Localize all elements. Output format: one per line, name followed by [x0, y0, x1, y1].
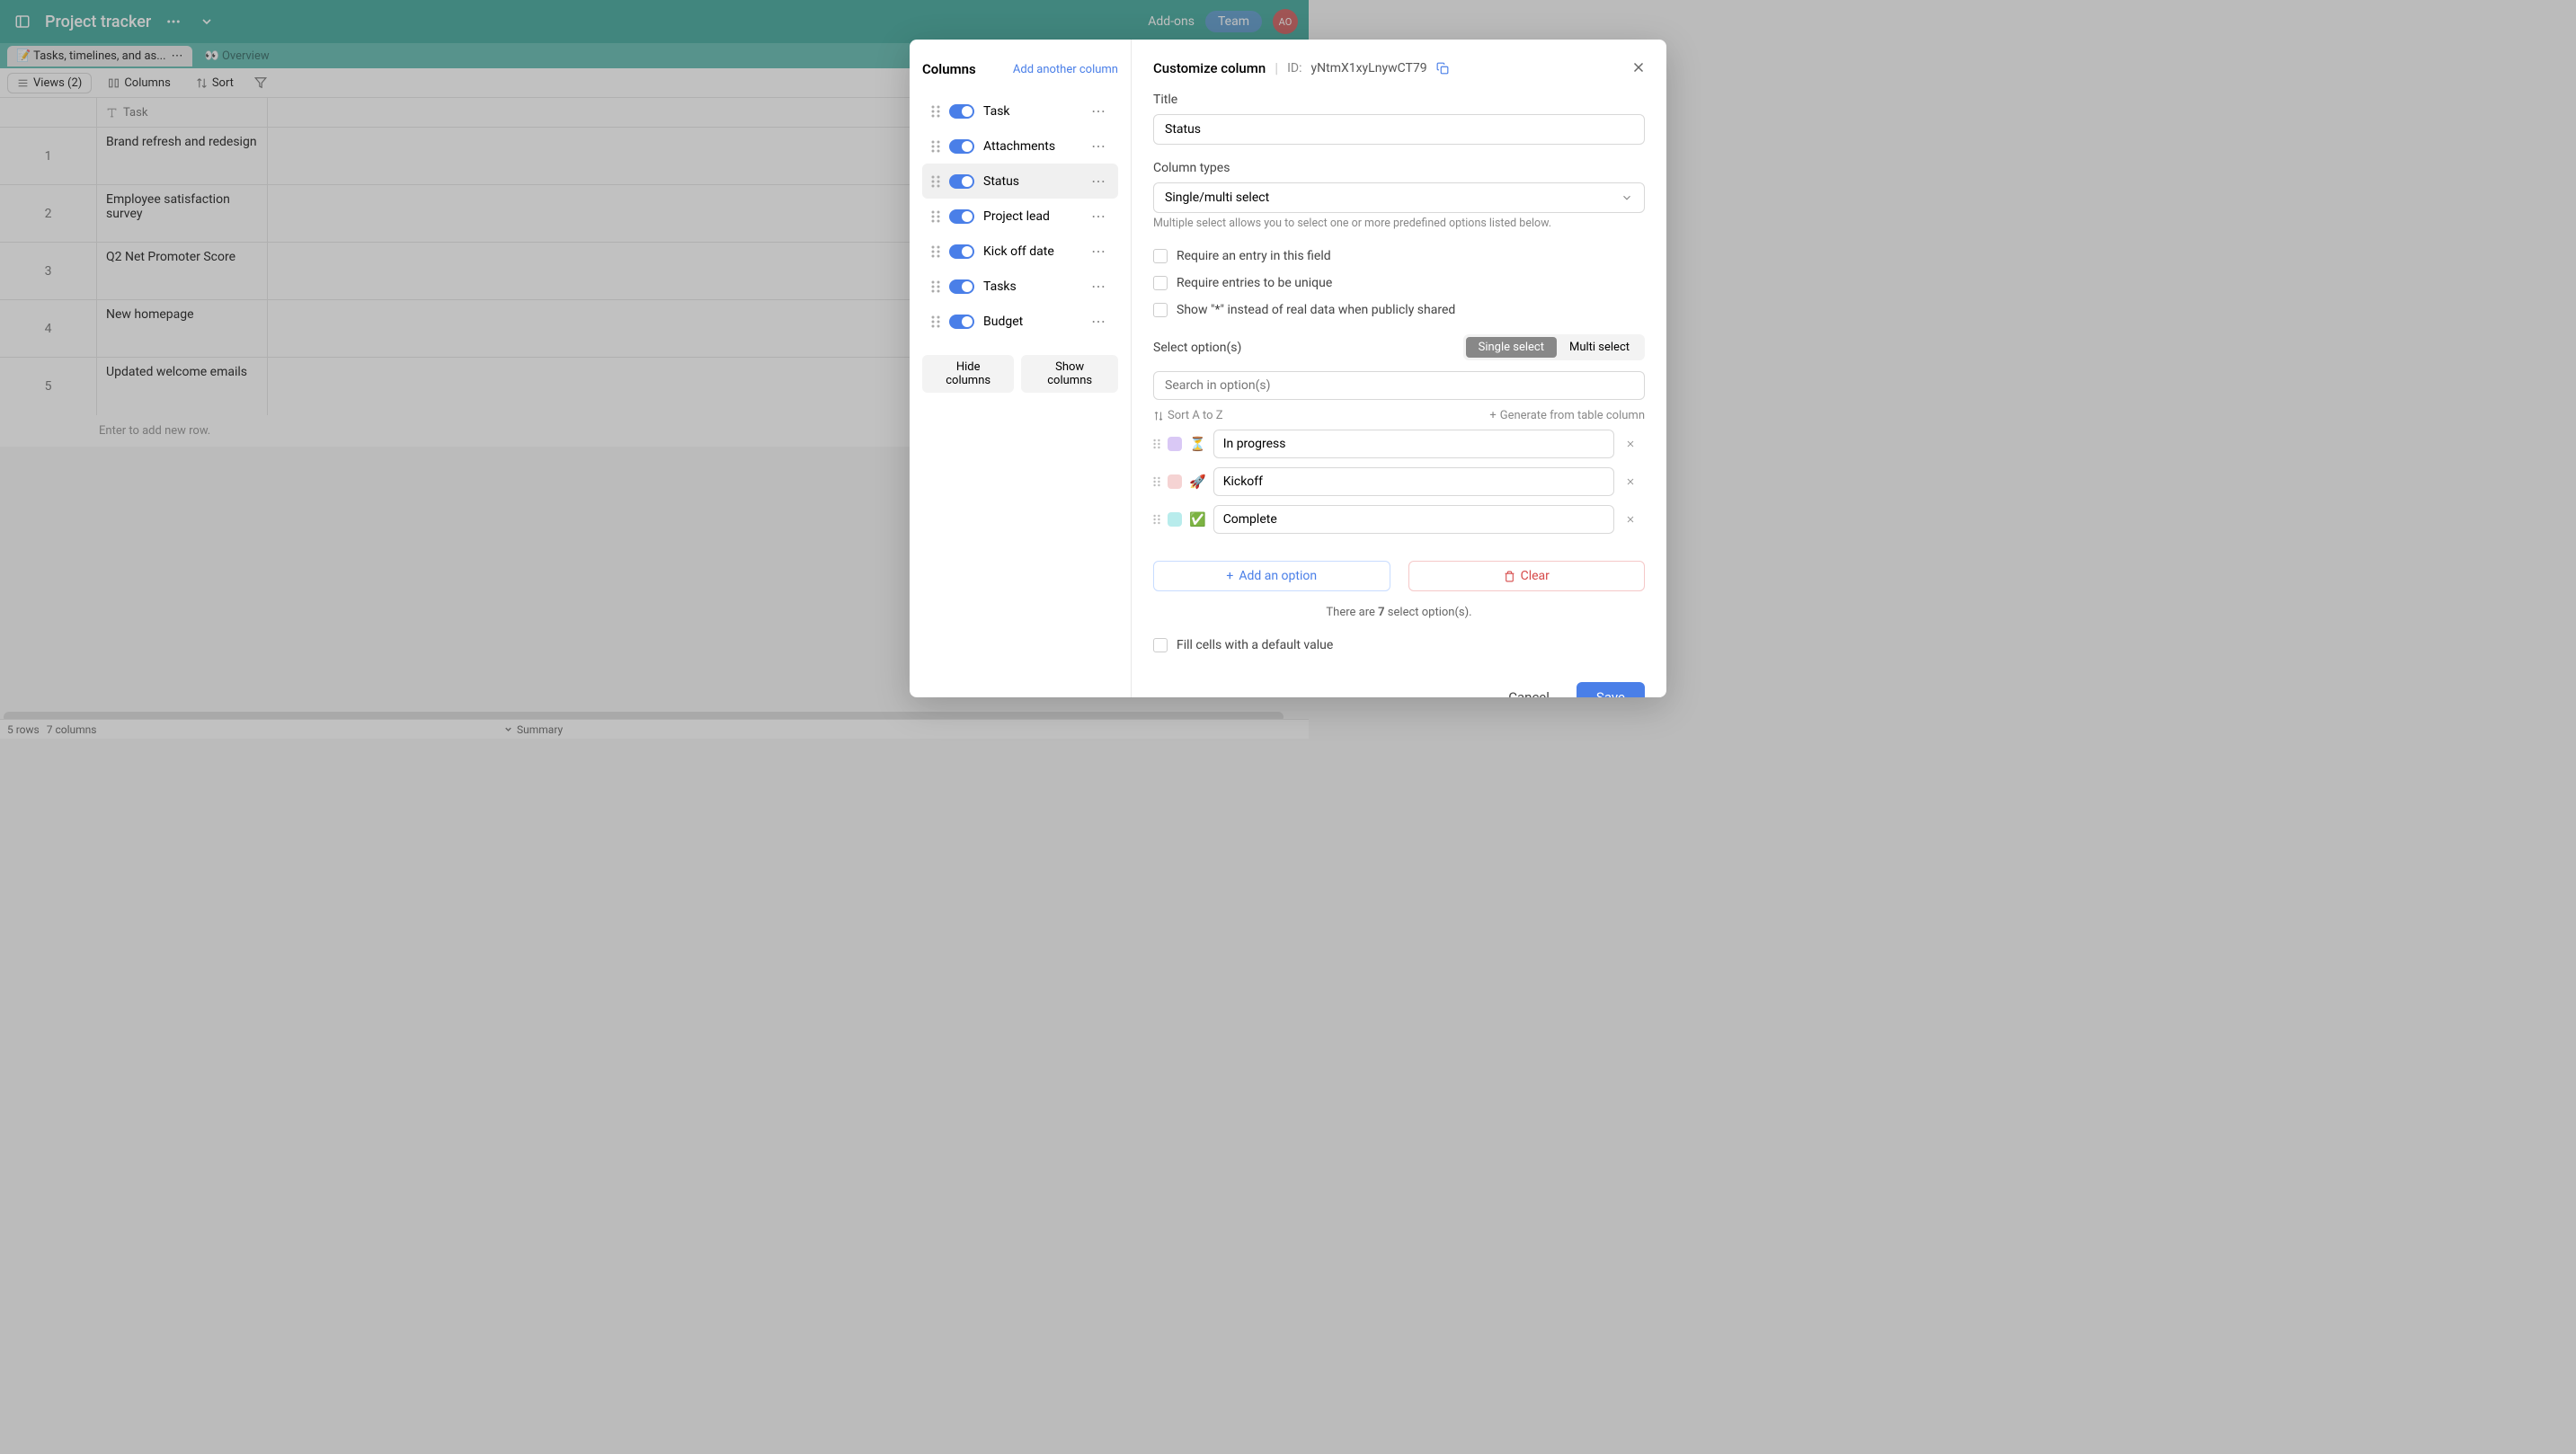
column-more-icon[interactable]: ⋯	[1088, 276, 1109, 297]
show-columns-button[interactable]: Show columns	[1021, 355, 1118, 393]
column-more-icon[interactable]: ⋯	[1088, 171, 1109, 191]
drag-handle-icon[interactable]	[931, 245, 940, 258]
column-item[interactable]: Tasks ⋯	[922, 269, 1118, 304]
column-more-icon[interactable]: ⋯	[1088, 206, 1109, 226]
search-options-input[interactable]	[1153, 371, 1645, 400]
column-more-icon[interactable]: ⋯	[1088, 311, 1109, 332]
column-more-icon[interactable]: ⋯	[1088, 241, 1109, 262]
column-toggle[interactable]	[949, 209, 974, 224]
mask-public-label: Show "*" instead of real data when publi…	[1177, 303, 1455, 317]
column-item[interactable]: Kick off date ⋯	[922, 234, 1118, 269]
column-item[interactable]: Project lead ⋯	[922, 199, 1118, 234]
option-emoji[interactable]: ⏳	[1189, 436, 1206, 452]
column-toggle[interactable]	[949, 104, 974, 119]
id-value: yNtmX1xyLnywCT79	[1311, 61, 1427, 75]
option-emoji[interactable]: ✅	[1189, 511, 1206, 528]
modal-overlay: Columns Add another column Task ⋯ Attach…	[0, 0, 2576, 1454]
hide-columns-button[interactable]: Hide columns	[922, 355, 1014, 393]
column-item[interactable]: Budget ⋯	[922, 304, 1118, 339]
single-select-button[interactable]: Single select	[1466, 337, 1557, 358]
fill-default-label: Fill cells with a default value	[1177, 638, 1333, 652]
copy-id-icon[interactable]	[1436, 62, 1449, 75]
column-label: Tasks	[983, 279, 1079, 294]
option-label-input[interactable]	[1213, 467, 1614, 496]
close-icon[interactable]	[1630, 59, 1647, 75]
column-item[interactable]: Status ⋯	[922, 164, 1118, 199]
option-emoji[interactable]: 🚀	[1189, 474, 1206, 490]
sort-options-button[interactable]: Sort A to Z	[1153, 409, 1223, 422]
cancel-button[interactable]: Cancel	[1492, 682, 1566, 697]
columns-panel-title: Columns	[922, 61, 976, 77]
title-input[interactable]	[1153, 114, 1645, 145]
drag-handle-icon[interactable]	[1153, 476, 1160, 487]
column-more-icon[interactable]: ⋯	[1088, 101, 1109, 121]
option-row: ⏳	[1153, 430, 1639, 458]
require-unique-checkbox[interactable]	[1153, 276, 1168, 290]
column-toggle[interactable]	[949, 139, 974, 154]
option-row: ✅	[1153, 505, 1639, 534]
multi-select-button[interactable]: Multi select	[1557, 337, 1642, 358]
column-toggle[interactable]	[949, 174, 974, 189]
drag-handle-icon[interactable]	[1153, 439, 1160, 449]
column-type-select[interactable]: Single/multi select	[1153, 182, 1645, 213]
remove-option-icon[interactable]	[1621, 514, 1639, 525]
column-label: Attachments	[983, 139, 1079, 154]
column-types-label: Column types	[1153, 161, 1645, 175]
column-item[interactable]: Task ⋯	[922, 93, 1118, 129]
select-options-label: Select option(s)	[1153, 341, 1241, 355]
column-toggle[interactable]	[949, 315, 974, 329]
option-label-input[interactable]	[1213, 505, 1614, 534]
drag-handle-icon[interactable]	[931, 210, 940, 223]
title-field-label: Title	[1153, 93, 1645, 107]
column-toggle[interactable]	[949, 244, 974, 259]
add-column-link[interactable]: Add another column	[1013, 63, 1118, 76]
fill-default-checkbox[interactable]	[1153, 638, 1168, 652]
save-button[interactable]: Save	[1577, 682, 1645, 697]
column-label: Project lead	[983, 209, 1079, 224]
option-color-swatch[interactable]	[1168, 437, 1182, 451]
option-color-swatch[interactable]	[1168, 512, 1182, 527]
drag-handle-icon[interactable]	[931, 105, 940, 118]
drag-handle-icon[interactable]	[931, 175, 940, 188]
column-item[interactable]: Attachments ⋯	[922, 129, 1118, 164]
add-option-button[interactable]: + Add an option	[1153, 561, 1390, 591]
require-entry-label: Require an entry in this field	[1177, 249, 1331, 263]
require-entry-checkbox[interactable]	[1153, 249, 1168, 263]
column-label: Status	[983, 174, 1079, 189]
remove-option-icon[interactable]	[1621, 439, 1639, 449]
require-unique-label: Require entries to be unique	[1177, 276, 1332, 290]
option-row: 🚀	[1153, 467, 1639, 496]
clear-options-button[interactable]: Clear	[1408, 561, 1646, 591]
remove-option-icon[interactable]	[1621, 476, 1639, 487]
drag-handle-icon[interactable]	[931, 280, 940, 293]
column-label: Budget	[983, 315, 1079, 329]
mask-public-checkbox[interactable]	[1153, 303, 1168, 317]
drag-handle-icon[interactable]	[1153, 514, 1160, 525]
select-mode-segment: Single select Multi select	[1463, 334, 1645, 360]
column-label: Kick off date	[983, 244, 1079, 259]
option-color-swatch[interactable]	[1168, 474, 1182, 489]
drag-handle-icon[interactable]	[931, 315, 940, 328]
option-counter: There are 7 select option(s).	[1153, 606, 1645, 619]
column-label: Task	[983, 104, 1079, 119]
option-label-input[interactable]	[1213, 430, 1614, 458]
generate-options-button[interactable]: + Generate from table column	[1489, 409, 1645, 422]
columns-modal: Columns Add another column Task ⋯ Attach…	[910, 40, 1666, 697]
option-row	[1153, 543, 1639, 546]
column-more-icon[interactable]: ⋯	[1088, 136, 1109, 156]
customize-column-title: Customize column	[1153, 60, 1266, 76]
id-label: ID:	[1287, 61, 1301, 75]
column-type-help: Multiple select allows you to select one…	[1153, 217, 1645, 230]
column-toggle[interactable]	[949, 279, 974, 294]
drag-handle-icon[interactable]	[931, 140, 940, 153]
